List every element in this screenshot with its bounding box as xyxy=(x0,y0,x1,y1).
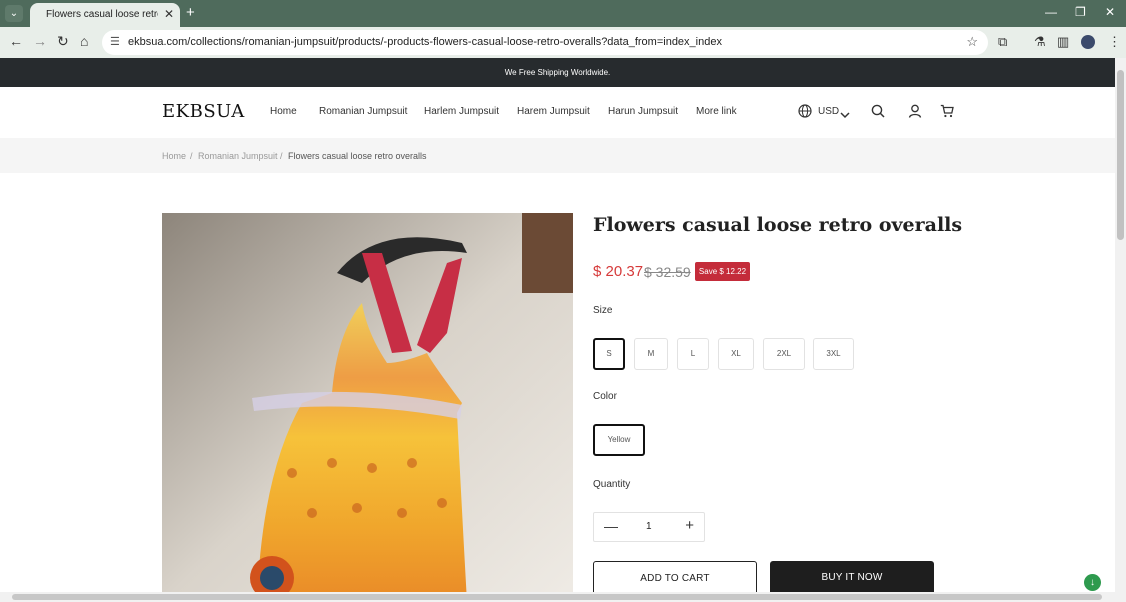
quantity-stepper: — 1 + xyxy=(593,512,705,542)
forward-icon[interactable]: → xyxy=(33,33,47,49)
size-option-3xl[interactable]: 3XL xyxy=(813,338,854,370)
nav-romanian-jumpsuit[interactable]: Romanian Jumpsuit xyxy=(319,106,407,117)
horizontal-scroll-thumb[interactable] xyxy=(12,594,1102,600)
extensions-icon[interactable]: ⧉ xyxy=(998,34,1007,50)
breadcrumb-current: Flowers casual loose retro overalls xyxy=(288,151,427,161)
buy-now-button[interactable]: BUY IT NOW xyxy=(770,561,934,595)
bookmark-star-icon[interactable]: ☆ xyxy=(966,34,978,50)
sale-price: $ 20.37 xyxy=(593,263,644,280)
vertical-scroll-thumb[interactable] xyxy=(1117,70,1124,240)
globe-icon[interactable] xyxy=(798,104,812,121)
size-option-xl[interactable]: XL xyxy=(718,338,754,370)
original-price: $ 32.59 xyxy=(644,264,691,280)
size-option-m[interactable]: M xyxy=(634,338,668,370)
address-bar[interactable]: ☰ ekbsua.com/collections/romanian-jumpsu… xyxy=(102,30,988,55)
back-icon[interactable]: ← xyxy=(9,33,23,49)
vertical-scrollbar[interactable] xyxy=(1115,58,1126,592)
chevron-down-icon[interactable] xyxy=(840,106,850,122)
browser-toolbar: ← → ↻ ⌂ ☰ ekbsua.com/collections/romania… xyxy=(0,27,1126,58)
tab-close-icon[interactable]: ✕ xyxy=(164,7,174,21)
breadcrumb-separator: / xyxy=(280,151,283,161)
site-info-icon[interactable]: ☰ xyxy=(110,35,120,48)
nav-harun-jumpsuit[interactable]: Harun Jumpsuit xyxy=(608,106,678,117)
size-label: Size xyxy=(593,305,613,316)
site-header: EKBSUA Home Romanian Jumpsuit Harlem Jum… xyxy=(0,87,1115,138)
nav-home[interactable]: Home xyxy=(270,106,297,117)
url-text: ekbsua.com/collections/romanian-jumpsuit… xyxy=(128,36,722,48)
nav-harem-jumpsuit[interactable]: Harem Jumpsuit xyxy=(517,106,590,117)
home-icon[interactable]: ⌂ xyxy=(80,33,88,49)
size-option-2xl[interactable]: 2XL xyxy=(763,338,805,370)
quantity-value[interactable]: 1 xyxy=(646,521,652,532)
quantity-label: Quantity xyxy=(593,479,631,490)
profile-avatar[interactable] xyxy=(1081,35,1095,49)
site-logo[interactable]: EKBSUA xyxy=(162,101,245,122)
window-close-icon[interactable]: ✕ xyxy=(1105,5,1115,19)
breadcrumb-collection[interactable]: Romanian Jumpsuit xyxy=(198,151,278,161)
browser-tab[interactable]: Flowers casual loose retro overa ✕ xyxy=(30,3,180,27)
browser-menu-icon[interactable]: ⋮ xyxy=(1108,34,1121,50)
tab-search-icon[interactable]: ⌄ xyxy=(5,5,23,22)
add-to-cart-button[interactable]: ADD TO CART xyxy=(593,561,757,595)
minus-icon[interactable]: — xyxy=(604,518,618,534)
breadcrumb-home[interactable]: Home xyxy=(162,151,186,161)
plus-icon[interactable]: + xyxy=(685,517,694,534)
reload-icon[interactable]: ↻ xyxy=(57,33,69,50)
chat-widget-icon[interactable]: ↓ xyxy=(1084,574,1101,591)
product-title: Flowers casual loose retro overalls xyxy=(593,214,963,236)
search-icon[interactable] xyxy=(871,104,885,121)
currency-selector[interactable]: USD xyxy=(818,106,839,117)
color-label: Color xyxy=(593,391,617,402)
restore-icon[interactable]: ❐ xyxy=(1075,5,1086,19)
color-option-yellow[interactable]: Yellow xyxy=(593,424,645,456)
labs-icon[interactable]: ⚗ xyxy=(1034,34,1046,50)
minimize-icon[interactable]: — xyxy=(1045,5,1057,19)
nav-harlem-jumpsuit[interactable]: Harlem Jumpsuit xyxy=(424,106,499,117)
breadcrumb: Home / Romanian Jumpsuit / Flowers casua… xyxy=(0,138,1115,173)
nav-more-link[interactable]: More link xyxy=(696,106,737,117)
save-badge: Save $ 12.22 xyxy=(695,262,750,281)
browser-tab-bar: ⌄ Flowers casual loose retro overa ✕ + —… xyxy=(0,0,1126,27)
breadcrumb-separator: / xyxy=(190,151,193,161)
tab-title: Flowers casual loose retro overa xyxy=(46,9,158,20)
size-option-l[interactable]: L xyxy=(677,338,709,370)
size-option-s[interactable]: S xyxy=(593,338,625,370)
new-tab-icon[interactable]: + xyxy=(186,4,195,21)
announcement-bar: We Free Shipping Worldwide. xyxy=(0,58,1115,87)
product-image[interactable] xyxy=(162,213,573,602)
horizontal-scrollbar[interactable] xyxy=(0,592,1126,602)
account-icon[interactable] xyxy=(908,104,922,121)
cart-icon[interactable] xyxy=(940,104,954,121)
side-panel-icon[interactable]: ▥ xyxy=(1057,34,1069,50)
